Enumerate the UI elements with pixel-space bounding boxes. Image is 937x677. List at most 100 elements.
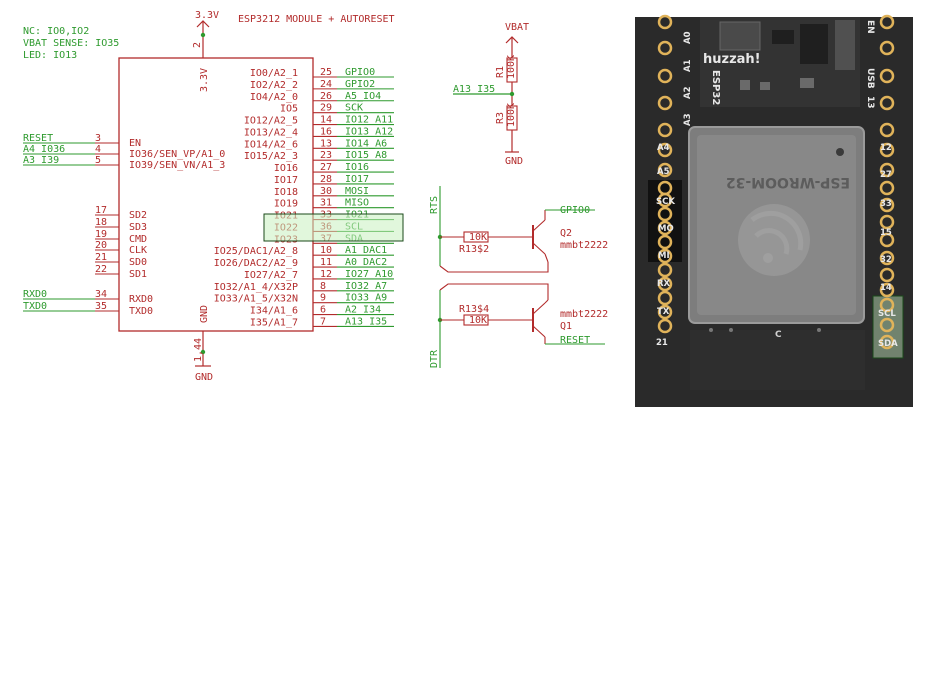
- q2-net-label: GPIO0: [560, 205, 590, 216]
- right-pin-26: IO4/A2_0 26 A5_IO4: [250, 91, 394, 103]
- r1-value: 100K: [506, 55, 517, 79]
- right-pin-number: 30: [320, 186, 332, 197]
- board-esp32-label: ESP32: [710, 70, 721, 105]
- right-pin-number: 27: [320, 162, 332, 173]
- right-pin-number: 24: [320, 79, 332, 90]
- left-pin-group: RESET 3 EN A4_I036 4 IO36/SEN_VP/A1_0 A3_I39 5 I…: [23, 133, 225, 317]
- left-pin-number: 21: [95, 252, 107, 263]
- right-net-label: A5_IO4: [345, 91, 381, 102]
- r1-label: R1: [495, 66, 506, 78]
- right-pin-name: IO19: [274, 199, 298, 210]
- right-pin-14: IO12/A2_5 14 IO12_A11: [244, 115, 394, 127]
- right-pin-name: IO18: [274, 187, 298, 198]
- left-pin-name: SD3: [129, 222, 147, 233]
- q1-net-label: RESET: [560, 335, 590, 346]
- note-vbat-sense: VBAT SENSE: IO35: [23, 38, 119, 49]
- left-pin-number: 4: [95, 144, 101, 155]
- board-left-label: A2: [683, 86, 693, 99]
- board-logo: huzzah!: [703, 52, 761, 67]
- note-led: LED: IO13: [23, 50, 77, 61]
- left-net-label: A3_I39: [23, 155, 59, 166]
- right-pin-13: IO14/A2_6 13 IO14_A6: [244, 138, 394, 150]
- right-pin-number: 26: [320, 91, 332, 102]
- board-left-label: A0: [683, 31, 693, 44]
- vbat-divider: VBAT A13_I35 R1 100K R3 100K GND: [453, 22, 529, 167]
- right-pin-24: IO2/A2_2 24 GPIO2: [250, 79, 394, 91]
- right-pin-number: 11: [320, 257, 332, 268]
- right-net-label: A2_I34: [345, 305, 381, 316]
- right-pin-name: IO5: [280, 104, 298, 115]
- right-pin-name: IO4/A2_0: [250, 92, 298, 103]
- espressif-logo-icon: [738, 204, 810, 276]
- r-bot-value: 10K: [469, 315, 487, 326]
- right-pin-name: IO15/A2_3: [244, 151, 298, 162]
- left-pin-number: 3: [95, 133, 101, 144]
- board-left-label: MO: [658, 224, 674, 234]
- right-pin-group: IO0/A2_1 25 GPIO0 IO2/A2_2 24 GPIO2 IO4/A2_0 26…: [214, 67, 394, 328]
- right-pin-number: 6: [320, 305, 326, 316]
- right-net-label: IO12_A11: [345, 115, 393, 126]
- right-pin-8: IO32/A1_4/X32P 8 IO32_A7: [214, 281, 394, 293]
- gnd-inside: GND: [199, 305, 210, 323]
- right-pin-number: 9: [320, 293, 326, 304]
- left-net-label: TXD0: [23, 301, 47, 312]
- right-net-label: IO14_A6: [345, 138, 387, 149]
- right-pin-name: IO13/A2_4: [244, 127, 298, 138]
- right-pin-number: 16: [320, 126, 332, 137]
- right-pin-name: IO14/A2_6: [244, 139, 298, 150]
- board-left-label: SCK: [656, 197, 675, 207]
- r-top-name: R13$2: [459, 244, 489, 255]
- q1-part: mmbt2222: [560, 309, 608, 320]
- right-pin-9: IO33/A1_5/X32N 9 IO33_A9: [214, 293, 394, 305]
- board-right-label: 33: [880, 199, 892, 209]
- left-pin-name: IO36/SEN_VP/A1_0: [129, 149, 225, 160]
- right-net-label: IO13_A12: [345, 126, 393, 137]
- left-pin-name: EN: [129, 138, 141, 149]
- right-pin-number: 29: [320, 103, 332, 114]
- r-bot-name: R13$4: [459, 304, 489, 315]
- board-13-label: 13: [865, 96, 875, 109]
- right-pin-name: IO17: [274, 175, 298, 186]
- r3-label: R3: [495, 112, 506, 124]
- right-net-label: MISO: [345, 198, 369, 209]
- schematic-title: ESP3212 MODULE + AUTORESET: [238, 14, 395, 25]
- a13-net-label: A13_I35: [453, 84, 495, 95]
- right-pin-25: IO0/A2_1 25 GPIO0: [250, 67, 394, 79]
- left-pin-name: IO39/SEN_VN/A1_3: [129, 160, 225, 171]
- schematic-diagram: NC: IO0,IO2 VBAT SENSE: IO35 LED: IO13 E…: [23, 10, 913, 407]
- gnd-label: GND: [195, 372, 213, 383]
- left-pin-name: RXD0: [129, 294, 153, 305]
- right-net-label: IO16: [345, 162, 369, 173]
- right-pin-name: I34/A1_6: [250, 306, 298, 317]
- left-pin-number: 22: [95, 264, 107, 275]
- r3-value: 100K: [506, 103, 517, 127]
- right-pin-31: IO19 31 MISO: [274, 198, 394, 210]
- board-right-label: 14: [880, 283, 892, 293]
- dtr-label: DTR: [429, 349, 440, 368]
- board-right-label: SDA: [878, 339, 898, 349]
- autoreset-circuit: RTS 10K R13$2 DTR 10K R13$4 GPIO0 Q2 mmb…: [429, 186, 608, 368]
- board-right-label: SCL: [878, 309, 896, 319]
- left-pin-name: CMD: [129, 234, 147, 245]
- right-net-label: MOSI: [345, 186, 369, 197]
- right-net-label: IO33_A9: [345, 293, 387, 304]
- right-pin-name: IO2/A2_2: [250, 80, 298, 91]
- left-pin-number: 18: [95, 217, 107, 228]
- power-3v3-symbol: 3.3V 2 3.3V: [192, 10, 219, 92]
- right-pin-name: IO16: [274, 163, 298, 174]
- board-left-label: A3: [683, 113, 693, 126]
- board-left-label: A1: [683, 59, 693, 72]
- right-pin-name: IO25/DAC1/A2_8: [214, 246, 298, 257]
- right-net-label: IO32_A7: [345, 281, 387, 292]
- right-pin-number: 31: [320, 198, 332, 209]
- vbat-label: VBAT: [505, 22, 529, 33]
- board-right-label: 27: [880, 170, 892, 180]
- board-left-label: TX: [657, 307, 670, 317]
- left-pin-name: CLK: [129, 245, 147, 256]
- board-usb-label: USB: [865, 68, 875, 89]
- right-pin-30: IO18 30 MOSI: [274, 186, 394, 198]
- right-pin-6: I34/A1_6 6 A2_I34: [250, 305, 394, 317]
- right-pin-23: IO15/A2_3 23 IO15_A8: [244, 150, 394, 162]
- right-pin-name: IO12/A2_5: [244, 116, 298, 127]
- right-pin-name: IO0/A2_1: [250, 68, 298, 79]
